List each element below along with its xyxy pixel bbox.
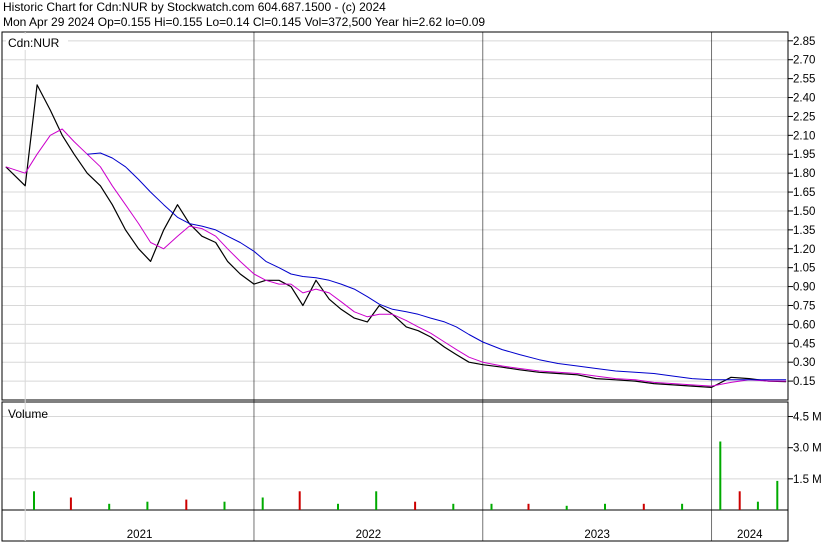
- volume-bar: [108, 503, 111, 510]
- price-axis: 2.85 2.70 2.55 2.40 2.25 2.10 1.95 1.80 1.65 1.50…: [788, 36, 815, 388]
- volume-bar: [298, 491, 301, 510]
- short-moving-average-line: [5, 128, 787, 387]
- volume-bar: [414, 501, 417, 510]
- volume-bar: [527, 503, 530, 510]
- volume-bar: [185, 499, 188, 510]
- price-tick-label: 1.35: [793, 225, 815, 237]
- price-tick-label: 0.15: [793, 376, 815, 388]
- volume-bar: [375, 491, 378, 510]
- volume-bars: [33, 441, 779, 510]
- volume-bar: [261, 497, 264, 510]
- year-label: 2023: [584, 529, 610, 541]
- volume-bar: [452, 503, 455, 510]
- price-panel-frame: [1, 31, 789, 401]
- volume-bar: [776, 480, 779, 510]
- volume-bar: [490, 503, 493, 510]
- price-tick-label: 1.05: [793, 263, 815, 275]
- volume-tick-label: 4.5 M: [793, 412, 822, 424]
- volume-tick-label: 3.0 M: [793, 443, 822, 455]
- volume-bar: [642, 503, 645, 510]
- volume-label: Volume: [8, 407, 48, 421]
- volume-bar: [146, 501, 149, 510]
- volume-bar: [719, 441, 722, 510]
- price-tick-label: 2.10: [793, 130, 815, 142]
- volume-panel-frame: [1, 401, 789, 511]
- price-tick-label: 0.30: [793, 357, 815, 369]
- price-tick-label: 2.70: [793, 55, 815, 67]
- volume-bar: [565, 505, 568, 510]
- price-tick-label: 1.50: [793, 206, 815, 218]
- volume-bar: [756, 501, 759, 510]
- volume-tick-label: 1.5 M: [793, 474, 822, 486]
- volume-bar: [738, 491, 741, 510]
- price-line: [5, 84, 787, 388]
- year-label: 2024: [737, 529, 763, 541]
- year-label: 2021: [127, 529, 153, 541]
- price-tick-label: 1.65: [793, 187, 815, 199]
- volume-bar: [604, 503, 606, 510]
- volume-bar: [681, 503, 684, 510]
- volume-bar: [69, 497, 72, 510]
- volume-axis: 4.5 M 3.0 M 1.5 M: [788, 412, 822, 486]
- price-tick-label: 0.60: [793, 319, 815, 331]
- price-tick-label: 0.45: [793, 338, 815, 350]
- price-tick-label: 1.20: [793, 244, 815, 256]
- price-series: [5, 84, 787, 388]
- price-tick-label: 2.55: [793, 74, 815, 86]
- long-moving-average-line: [87, 152, 787, 381]
- year-label: 2022: [356, 529, 382, 541]
- price-tick-label: 1.80: [793, 168, 815, 180]
- price-tick-label: 0.90: [793, 282, 815, 294]
- price-tick-label: 1.95: [793, 149, 815, 161]
- grid-lines: [2, 40, 788, 480]
- volume-bar: [337, 503, 339, 510]
- price-tick-label: 2.40: [793, 93, 815, 105]
- price-tick-label: 2.85: [793, 36, 815, 48]
- price-tick-label: 2.25: [793, 111, 815, 123]
- price-tick-label: 0.75: [793, 300, 815, 312]
- date-axis-frame: [1, 509, 789, 542]
- stock-chart: 2.85 2.70 2.55 2.40 2.25 2.10 1.95 1.80 1.65 1.50…: [1, 31, 822, 542]
- volume-bar: [33, 491, 35, 510]
- volume-bar: [223, 501, 226, 510]
- ticker-label: Cdn:NUR: [8, 36, 60, 50]
